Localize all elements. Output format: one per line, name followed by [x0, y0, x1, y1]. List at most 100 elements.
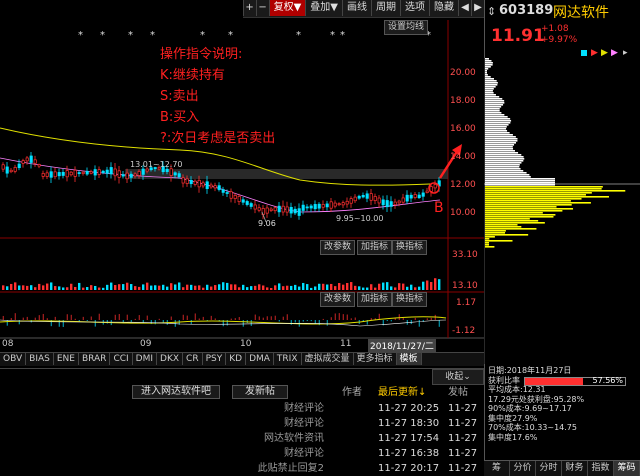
- forum-row[interactable]: 财经评论 11-27 18:30 11-27: [0, 416, 484, 431]
- period-button[interactable]: 周期: [371, 0, 400, 16]
- macd-bar: [354, 317, 356, 320]
- draw-line-button[interactable]: 画线: [342, 0, 371, 16]
- flag-icon[interactable]: [581, 50, 587, 56]
- menu-icon[interactable]: ⇕: [487, 5, 496, 18]
- macd-bar: [274, 315, 276, 320]
- tab-more-indicators[interactable]: 更多指标: [354, 353, 397, 365]
- options-button[interactable]: 选项: [400, 0, 429, 16]
- macd-bar: [430, 317, 432, 320]
- macd-bar: [302, 320, 304, 322]
- tab-obv[interactable]: OBV: [0, 353, 27, 365]
- forum-author[interactable]: 此贴禁止回复2: [258, 461, 324, 476]
- prev-arrow-icon[interactable]: ◀: [458, 0, 471, 16]
- chip-bar: [485, 204, 572, 206]
- tab-intraday[interactable]: 分时: [536, 461, 562, 476]
- overlay-button[interactable]: 叠加▼: [305, 0, 342, 16]
- forum-author[interactable]: 财经评论: [284, 401, 324, 416]
- tab-chips-short[interactable]: 筹: [484, 461, 510, 476]
- chip-bar: [485, 242, 489, 244]
- sub1-add-indicator-button[interactable]: 加指标: [357, 240, 393, 255]
- sub1-swap-indicator-button[interactable]: 换指标: [392, 240, 428, 255]
- chip-bar: [485, 220, 539, 222]
- volume-bar: [70, 283, 73, 290]
- macd-bar: [270, 316, 272, 320]
- profit-ratio-bar: 57.56%: [524, 376, 626, 386]
- ma-settings-button[interactable]: 设置均线: [384, 20, 429, 35]
- post-column-header[interactable]: 发帖: [448, 385, 468, 400]
- volume-bar: [154, 285, 157, 290]
- chip-bar: [485, 170, 524, 172]
- forum-author[interactable]: 财经评论: [284, 446, 324, 461]
- tab-virtual-volume[interactable]: 虚拟成交量: [302, 353, 354, 365]
- volume-bar: [330, 283, 333, 290]
- kline-chart-area[interactable]: + − 复权▼ 叠加▼ 画线 周期 选项 隐藏 ◀ ▶ * * * * * * …: [0, 0, 484, 365]
- latest-update-column-header[interactable]: 最后更新↓: [378, 385, 426, 400]
- sub1-params-button[interactable]: 改参数: [320, 240, 356, 255]
- flag-icon[interactable]: ▶: [611, 48, 618, 58]
- chip-bar: [485, 70, 487, 72]
- tab-dmi[interactable]: DMI: [133, 353, 158, 365]
- forum-row[interactable]: 此贴禁止回复2 11-27 20:17 11-27: [0, 461, 484, 476]
- forum-row[interactable]: 财经评论 11-27 20:25 11-27: [0, 401, 484, 416]
- macd-bar: [202, 316, 204, 320]
- chip-distribution-bars: [485, 58, 626, 248]
- candle-body: [9, 169, 13, 173]
- tab-cci[interactable]: CCI: [110, 353, 133, 365]
- adjust-rights-button[interactable]: 复权▼: [268, 0, 306, 16]
- chip-bar: [485, 126, 507, 128]
- tab-chips[interactable]: 筹码: [614, 461, 640, 476]
- chip-bar: [485, 200, 571, 202]
- forum-author[interactable]: 财经评论: [284, 416, 324, 431]
- macd-bar: [26, 316, 28, 320]
- candle-body: [165, 168, 169, 172]
- zoom-out-button[interactable]: −: [255, 0, 269, 16]
- candle-body: [417, 194, 421, 199]
- tab-finance[interactable]: 财务: [562, 461, 588, 476]
- flag-icon[interactable]: ▶: [601, 48, 608, 58]
- new-post-button[interactable]: 发新帖: [232, 385, 288, 399]
- sub2-add-indicator-button[interactable]: 加指标: [357, 292, 393, 307]
- enter-forum-button[interactable]: 进入网达软件吧: [132, 385, 220, 399]
- chip-bar: [485, 102, 505, 104]
- tab-dkx[interactable]: DKX: [157, 353, 184, 365]
- chip-bar: [485, 82, 498, 84]
- candle-body: [413, 194, 417, 198]
- chip-bar: [485, 118, 511, 120]
- tab-dma[interactable]: DMA: [246, 353, 274, 365]
- forum-row[interactable]: 网达软件资讯 11-27 17:54 11-27: [0, 431, 484, 446]
- forum-row[interactable]: 财经评论 11-27 16:38 11-27: [0, 446, 484, 461]
- candle-body: [385, 200, 389, 208]
- tab-brar[interactable]: BRAR: [79, 353, 111, 365]
- tab-price-distribution[interactable]: 分价: [510, 461, 536, 476]
- tab-ene[interactable]: ENE: [54, 353, 79, 365]
- tab-index[interactable]: 指数: [588, 461, 614, 476]
- tab-cr[interactable]: CR: [183, 353, 203, 365]
- volume-bar: [14, 282, 17, 290]
- tab-psy[interactable]: PSY: [203, 353, 227, 365]
- candle-body: [61, 171, 65, 176]
- candle-body: [29, 155, 33, 163]
- sub2-params-button[interactable]: 改参数: [320, 292, 356, 307]
- candle-body: [245, 201, 249, 205]
- sub2-swap-indicator-button[interactable]: 换指标: [392, 292, 428, 307]
- candle-body: [313, 204, 317, 210]
- volume-bar: [174, 284, 177, 290]
- tab-bias[interactable]: BIAS: [26, 353, 54, 365]
- macd-bar: [126, 314, 128, 320]
- forum-author[interactable]: 网达软件资讯: [264, 431, 324, 446]
- chip-bar: [485, 146, 513, 148]
- chip-bar: [485, 238, 490, 240]
- next-arrow-icon[interactable]: ▶: [471, 0, 484, 16]
- author-column-header[interactable]: 作者: [342, 385, 362, 400]
- tab-kd[interactable]: KD: [226, 353, 247, 365]
- tab-trix[interactable]: TRIX: [274, 353, 302, 365]
- zoom-in-button[interactable]: +: [242, 0, 256, 16]
- volume-bar: [138, 286, 141, 290]
- flag-icon[interactable]: ▶: [591, 48, 598, 58]
- collapse-button[interactable]: 收起⌄: [432, 369, 484, 385]
- hide-button[interactable]: 隐藏: [429, 0, 458, 16]
- chip-bar: [485, 232, 506, 234]
- settings-icon[interactable]: ▸: [623, 48, 628, 58]
- tab-template[interactable]: 模板: [396, 353, 422, 365]
- star-mark: *: [150, 30, 155, 41]
